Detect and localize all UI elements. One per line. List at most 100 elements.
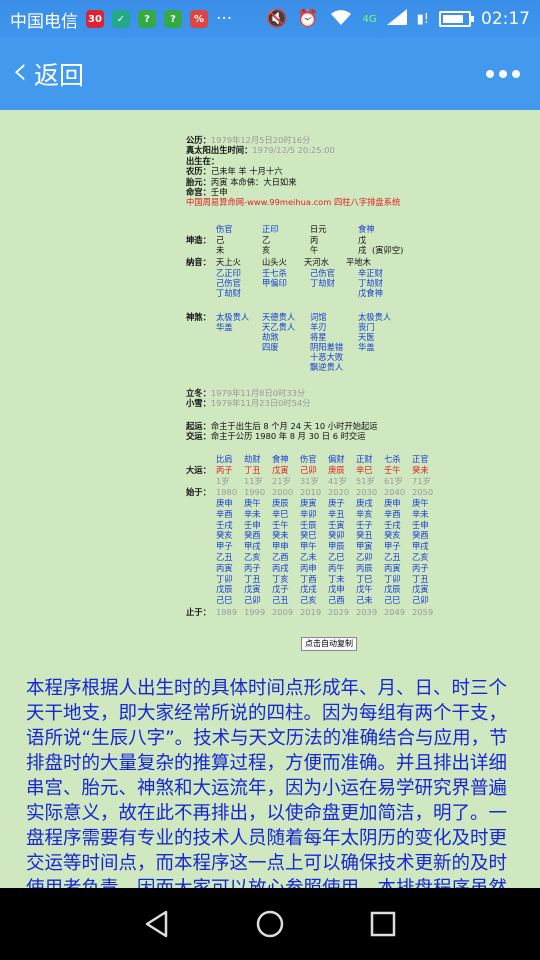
paragraph-line: 盘程序需要有专业的技术人员随着每年太阴历的变化及时更	[26, 828, 508, 849]
liunian-item: 甲子	[384, 541, 401, 552]
shensha-col2: 天德贵人 天乙贵人 劫煞 四废	[262, 312, 296, 352]
liunian-item: 庚申	[384, 498, 401, 508]
dayun-ganzhi: 癸未	[412, 465, 429, 475]
liunian-item: 戊寅	[412, 584, 429, 595]
dayun-end-year: 2009	[272, 607, 294, 617]
dizhi-3: 午	[310, 245, 319, 255]
intro-paragraph: 本程序根据人出生时的具体时间点形成年、月、日、时三个 天干地支，即大家经常所说的…	[26, 676, 540, 888]
calendar-notification-icon: 30	[86, 10, 104, 28]
dayun-end-year: 2039	[356, 607, 378, 617]
liunian-item: 丁丑	[244, 573, 261, 584]
dayun-shishen: 偏财	[328, 454, 345, 464]
nayin-1: 天上火	[216, 257, 241, 267]
more-options-button[interactable]	[478, 62, 528, 86]
tiangan-1: 己	[216, 235, 225, 245]
clock-label: 02:17	[481, 9, 530, 29]
paragraph-line: 交运等时间点，而本程序这一点上可以确保技术更新的及时	[26, 853, 508, 874]
liunian-item: 辛巳	[272, 508, 289, 519]
dayun-shishen: 食神	[272, 454, 289, 464]
shensha-label: 神煞：	[186, 312, 211, 322]
start-label: 始于：	[186, 487, 211, 497]
dayun-start-year: 2050	[412, 487, 434, 497]
liunian-item: 戊寅	[244, 584, 261, 595]
dizhi-1: 未	[216, 245, 225, 255]
content-webview[interactable]: 公历： 1979年12月5日20时16分 真太阳出生时间： 1979/12/5 20…	[0, 110, 540, 888]
tiangan-4: 戊	[358, 235, 367, 245]
liunian-item: 壬申	[244, 519, 261, 530]
paragraph-line: 串宫、胎元、神煞和大运流年，因为小运在易学研究界普遍	[26, 778, 508, 799]
liunian-item: 庚寅	[300, 498, 317, 508]
liunian-item: 辛酉	[384, 508, 401, 519]
dayun-start-year: 2040	[384, 487, 406, 497]
dayun-age: 1岁	[216, 476, 230, 486]
liunian-item: 庚午	[412, 498, 429, 508]
site-link[interactable]: 中国周易算命网-www.99meihua.com 四柱八字排盘系统	[186, 197, 400, 207]
dayun-ganzhi: 壬午	[384, 465, 401, 475]
app-notification-icon: ?	[138, 10, 156, 28]
taiyuan-value: 丙寅 本命佛：大日如来	[210, 176, 297, 187]
shield-notification-icon: ✓	[112, 10, 130, 28]
liunian-item: 甲戌	[412, 541, 429, 552]
dayun-shishen: 比肩	[216, 454, 233, 464]
dayun-ganzhi: 庚辰	[328, 465, 345, 475]
system-home-button[interactable]	[250, 904, 290, 944]
jiaoyun-label: 交运：	[186, 431, 211, 442]
dayun-grid: 大运： 始于： 止于： 比肩 丙子 1岁 1980 庚申 辛酉 壬戌 癸亥 甲子 乙丑 丙寅 丁卯 戊辰…	[186, 454, 486, 629]
app-notification-icon-2: ?	[164, 10, 182, 28]
shishen-1: 伤官	[216, 224, 233, 234]
dayun-start-year: 2000	[272, 487, 294, 497]
dot-icon	[486, 70, 494, 78]
back-button[interactable]: ‹ 返回	[12, 51, 84, 92]
paragraph-line: 本程序根据人出生时的具体时间点形成年、月、日、时三个	[26, 678, 508, 699]
qiyun-block: 起运： 命主于出生后 8 个月 24 天 10 小时开始起运 交运： 命主于公历 1…	[186, 421, 486, 442]
liunian-item: 壬辰	[300, 519, 317, 530]
liunian-item: 癸未	[272, 530, 289, 541]
nongli-label: 农历：	[186, 166, 211, 177]
copy-button[interactable]: 点击自动复制	[301, 637, 357, 651]
shishen-4: 食神	[358, 224, 375, 234]
dayun-start-year: 1980	[216, 487, 238, 497]
jiaoyun-value: 命主于公历 1980 年 8 月 30 日 6 时交运	[210, 431, 366, 442]
paragraph-line: 实际意义，故在此不再排出，以使命盘更加简洁，明了。一	[26, 803, 508, 824]
paragraph-line: 天干地支，即大家经常所说的四柱。因为每组有两个干支，	[26, 703, 508, 724]
dot-icon	[499, 70, 507, 78]
nongli-value: 己未年 羊 十月十六	[210, 166, 283, 177]
liunian-item: 癸亥	[216, 530, 233, 541]
zhentaiyang-label: 真太阳出生时间：	[186, 145, 253, 156]
dayun-start-year: 1990	[244, 487, 266, 497]
liunian-item: 丙辰	[356, 562, 373, 573]
square-recents-icon	[371, 911, 396, 937]
liunian-item: 戊子	[272, 584, 289, 595]
system-back-button[interactable]	[137, 904, 177, 944]
canggan-col2: 壬七杀 甲偏印	[262, 268, 287, 288]
shishen-2: 正印	[262, 224, 279, 234]
signal-icon	[386, 8, 407, 30]
liunian-item: 丁亥	[272, 573, 289, 584]
liunian-item: 壬寅	[328, 519, 345, 530]
liunian-item: 丙寅	[216, 562, 233, 573]
shensha-col1: 太极贵人 华盖	[216, 312, 250, 332]
liunian-item: 壬子	[356, 519, 373, 530]
canggan-col1: 乙正印 己伤官 丁劫财	[216, 268, 241, 298]
liunian-item: 壬午	[272, 519, 289, 530]
qiyun-label: 起运：	[186, 421, 211, 431]
paragraph-line: 语所说“生辰八字”。技术与天文历法的准确结合与应用，节	[26, 728, 508, 749]
liunian-item: 己酉	[328, 595, 345, 606]
liunian-item: 癸亥	[384, 530, 401, 541]
jieqi-block: 立冬： 1979年11月8日0时33分 小雪： 1979年11月23日0时54分	[186, 388, 486, 409]
liunian-item: 壬戌	[384, 519, 401, 530]
taiyuan-label: 胎元：	[186, 176, 211, 187]
system-recents-button[interactable]	[363, 904, 403, 944]
nayin-label: 纳音：	[186, 257, 211, 267]
end-label: 止于：	[186, 607, 211, 617]
liunian-item: 癸酉	[412, 530, 429, 541]
zhentaiyang-value: 1979/12/5 20:25:00	[252, 145, 335, 156]
dayun-age: 41岁	[328, 476, 347, 486]
network-type-label: 4G	[362, 13, 377, 25]
liunian-item: 丁巳	[356, 573, 373, 584]
kongwang-value: (寅卯空)	[372, 245, 404, 255]
triangle-back-icon	[145, 910, 167, 938]
liunian-item: 戊申	[328, 584, 345, 595]
liunian-item: 丙寅	[384, 562, 401, 573]
canggan-col3: 己伤官 丁劫财	[310, 268, 335, 288]
